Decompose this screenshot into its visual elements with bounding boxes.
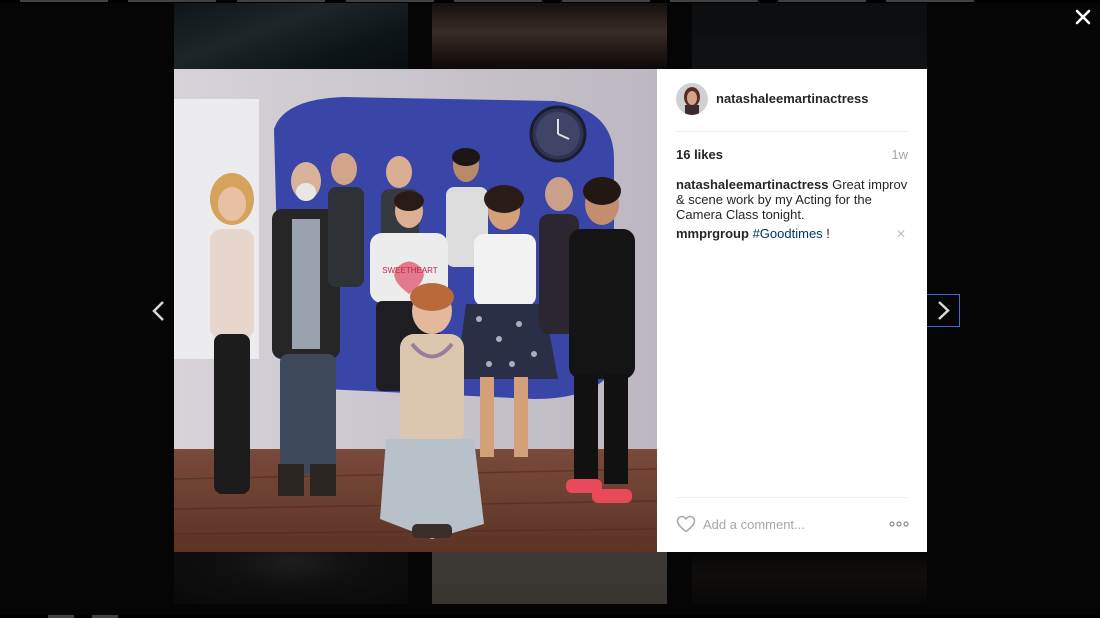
comment-item: mmprgroup #Goodtimes ! — [676, 226, 908, 241]
post-modal: SWEETHEART natashaleemartinactress 16 li… — [174, 69, 927, 552]
avatar[interactable] — [676, 83, 708, 115]
post-time[interactable]: 1w — [891, 147, 908, 162]
post-username[interactable]: natashaleemartinactress — [716, 91, 868, 106]
comment-text: ! — [822, 226, 830, 241]
shirt-text: SWEETHEART — [382, 266, 438, 275]
likes-count[interactable]: 16 likes — [676, 147, 723, 162]
comment-hashtag[interactable]: #Goodtimes — [753, 226, 823, 241]
footer-divider — [676, 497, 908, 498]
close-icon[interactable] — [1072, 6, 1094, 28]
heart-icon[interactable] — [676, 515, 696, 533]
chevron-right-icon[interactable] — [926, 294, 960, 327]
post-sidebar: natashaleemartinactress 16 likes 1w nata… — [657, 69, 927, 552]
caption-username[interactable]: natashaleemartinactress — [676, 177, 828, 192]
comment-input[interactable] — [703, 515, 878, 533]
chevron-left-icon[interactable] — [142, 294, 176, 328]
remove-comment-icon[interactable]: ✕ — [896, 227, 906, 241]
comment-username[interactable]: mmprgroup — [676, 226, 749, 241]
post-caption: natashaleemartinactress Great improv & s… — [676, 177, 908, 222]
post-header: natashaleemartinactress — [676, 83, 908, 132]
post-photo[interactable]: SWEETHEART — [174, 69, 657, 552]
more-options-icon[interactable] — [889, 515, 909, 533]
